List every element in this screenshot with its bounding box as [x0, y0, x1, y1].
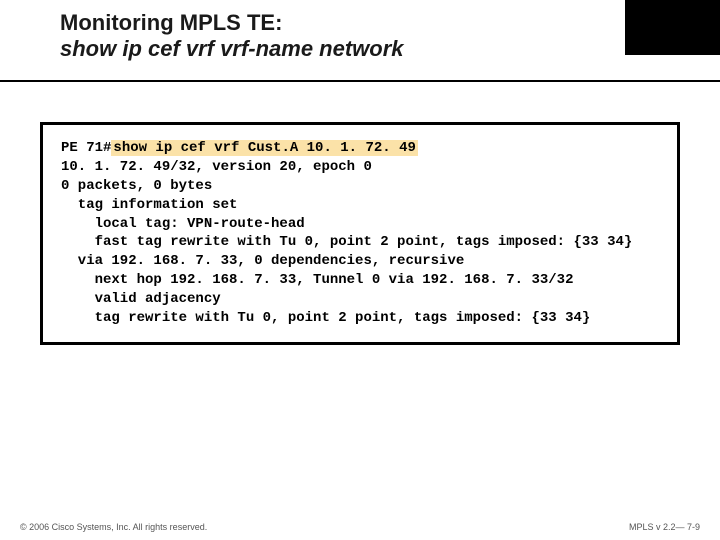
- terminal-output-line: next hop 192. 168. 7. 33, Tunnel 0 via 1…: [61, 271, 663, 290]
- title-line-1: Monitoring MPLS TE:: [60, 10, 720, 36]
- terminal-prompt: PE 71#: [61, 140, 111, 156]
- slide-body: PE 71#show ip cef vrf Cust.A 10. 1. 72. …: [0, 82, 720, 345]
- footer-copyright: © 2006 Cisco Systems, Inc. All rights re…: [20, 522, 207, 532]
- slide-header: Monitoring MPLS TE: show ip cef vrf vrf-…: [0, 0, 720, 80]
- slide-footer: © 2006 Cisco Systems, Inc. All rights re…: [0, 522, 720, 532]
- title-line-2: show ip cef vrf vrf-name network: [60, 36, 720, 62]
- slide: Monitoring MPLS TE: show ip cef vrf vrf-…: [0, 0, 720, 540]
- terminal-output-line: 10. 1. 72. 49/32, version 20, epoch 0: [61, 158, 663, 177]
- terminal-output-line: local tag: VPN-route-head: [61, 215, 663, 234]
- terminal-command-line: PE 71#show ip cef vrf Cust.A 10. 1. 72. …: [61, 139, 663, 158]
- corner-decoration: [625, 0, 720, 55]
- terminal-output-line: valid adjacency: [61, 290, 663, 309]
- terminal-output-line: fast tag rewrite with Tu 0, point 2 poin…: [61, 233, 663, 252]
- terminal-output-line: via 192. 168. 7. 33, 0 dependencies, rec…: [61, 252, 663, 271]
- terminal-output-line: 0 packets, 0 bytes: [61, 177, 663, 196]
- terminal-output-line: tag rewrite with Tu 0, point 2 point, ta…: [61, 309, 663, 328]
- terminal-output-line: tag information set: [61, 196, 663, 215]
- terminal-command-highlight: show ip cef vrf Cust.A 10. 1. 72. 49: [111, 140, 417, 156]
- terminal-output-box: PE 71#show ip cef vrf Cust.A 10. 1. 72. …: [40, 122, 680, 345]
- footer-page-ref: MPLS v 2.2— 7-9: [629, 522, 700, 532]
